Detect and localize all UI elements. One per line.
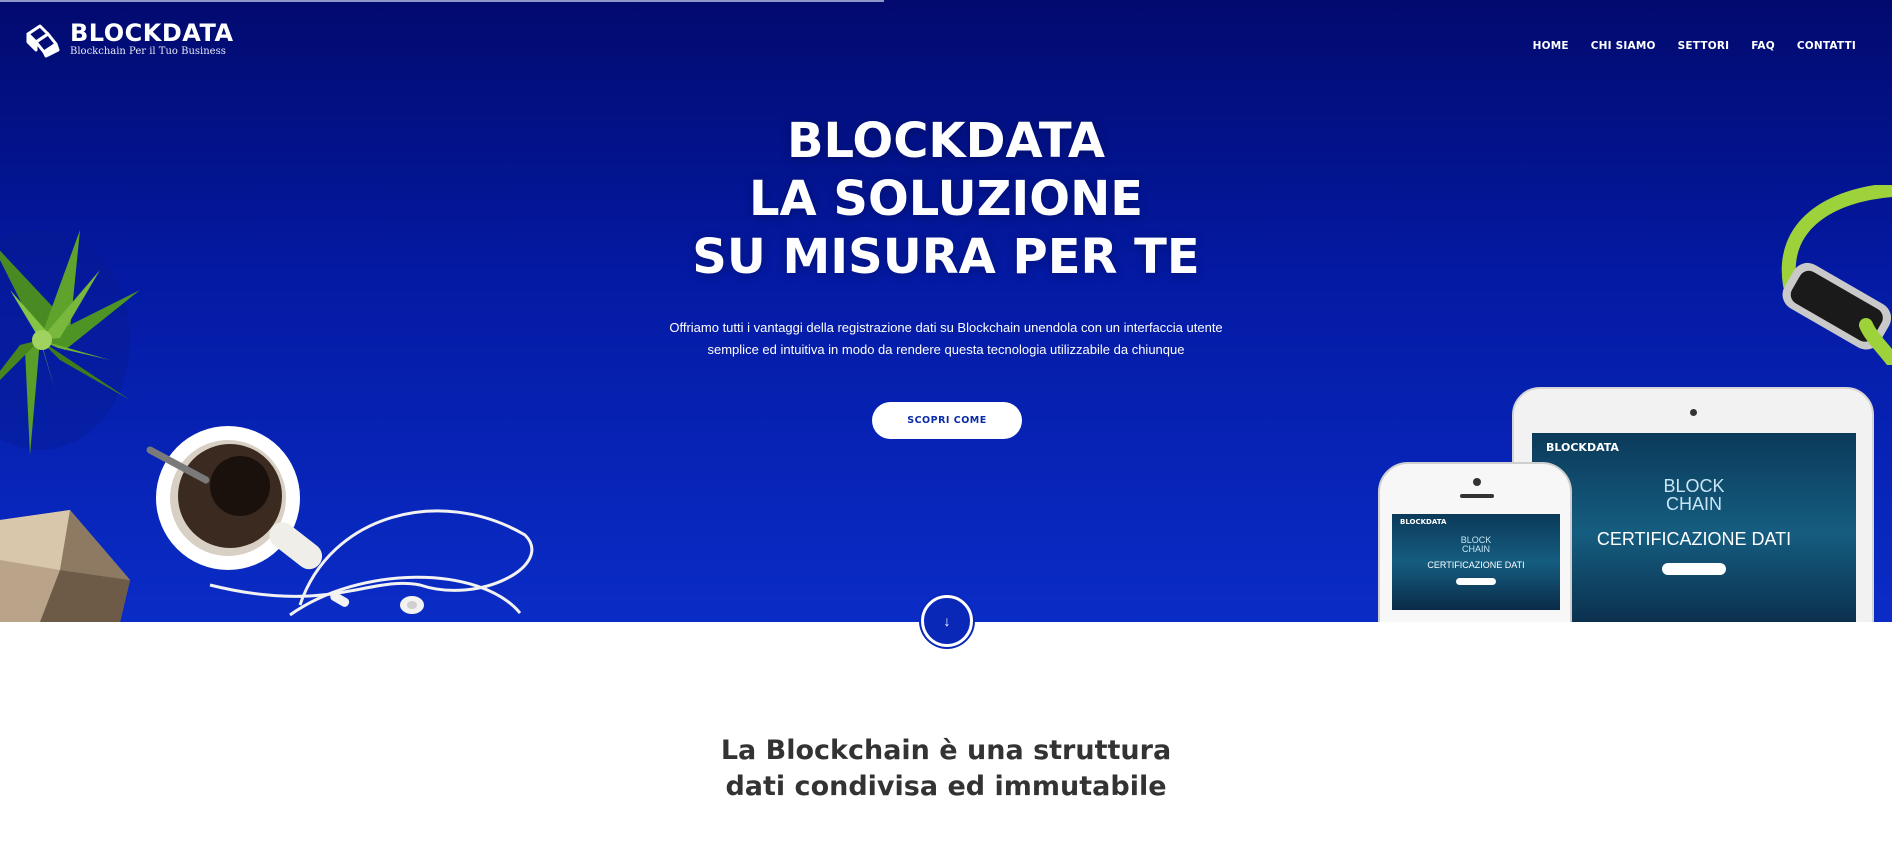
hero-headline-line-2: LA SOLUZIONE bbox=[748, 171, 1144, 227]
tablet-screen: BLOCKDATA BLOCK CHAIN CERTIFICAZIONE DAT… bbox=[1532, 433, 1856, 622]
logo-name: BLOCKDATA bbox=[70, 18, 234, 47]
nav-item-contatti[interactable]: CONTATTI bbox=[1797, 40, 1856, 52]
hero-headline: BLOCKDATA LA SOLUZIONE SU MISURA PER TE bbox=[0, 112, 1892, 286]
scopri-come-button[interactable]: SCOPRI COME bbox=[872, 402, 1022, 439]
section-title: La Blockchain è una struttura dati condi… bbox=[0, 733, 1892, 805]
section-title-line-1: La Blockchain è una struttura bbox=[720, 735, 1172, 766]
tablet-camera bbox=[1690, 409, 1697, 416]
logo-tagline: Blockchain Per il Tuo Business bbox=[70, 45, 226, 57]
blocks-logo-icon bbox=[24, 20, 64, 58]
nav-item-faq[interactable]: FAQ bbox=[1751, 40, 1775, 52]
earphones-image bbox=[180, 495, 540, 622]
phone-screen-caption: CERTIFICAZIONE DATI bbox=[1427, 560, 1525, 570]
hero-section: BLOCKDATA Blockchain Per il Tuo Business… bbox=[0, 0, 1892, 622]
phone-screen-logo: BLOCKDATA bbox=[1400, 518, 1447, 526]
phone-screen: BLOCKDATA BLOCK CHAIN CERTIFICAZIONE DAT… bbox=[1392, 514, 1560, 610]
phone-camera bbox=[1473, 478, 1481, 486]
phone-screen-button bbox=[1456, 578, 1496, 585]
tablet-screen-button bbox=[1662, 563, 1726, 575]
phone-screen-title-line-2: CHAIN bbox=[1461, 544, 1490, 554]
main-nav: HOME CHI SIAMO SETTORI FAQ CONTATTI bbox=[1511, 40, 1856, 52]
nav-item-home[interactable]: HOME bbox=[1533, 40, 1569, 52]
tablet-screen-caption: CERTIFICAZIONE DATI bbox=[1596, 529, 1792, 549]
tablet-screen-logo: BLOCKDATA bbox=[1546, 441, 1619, 454]
section-title-line-2: dati condivisa ed immutabile bbox=[725, 771, 1167, 802]
phone-speaker bbox=[1460, 494, 1494, 498]
page-progress-bar bbox=[0, 0, 884, 2]
hero-headline-line-1: BLOCKDATA bbox=[786, 113, 1106, 169]
tablet-screen-title: BLOCK CHAIN bbox=[1532, 477, 1856, 513]
succulent-plant-image bbox=[0, 210, 160, 470]
hero-subtitle: Offriamo tutti i vantaggi della registra… bbox=[669, 320, 1223, 357]
phone-screen-title: BLOCK CHAIN bbox=[1392, 536, 1560, 554]
hero-headline-line-3: SU MISURA PER TE bbox=[692, 229, 1200, 285]
geometric-decoration-image bbox=[0, 510, 140, 622]
phone-mockup-image: BLOCKDATA BLOCK CHAIN CERTIFICAZIONE DAT… bbox=[1378, 462, 1572, 622]
nav-item-settori[interactable]: SETTORI bbox=[1678, 40, 1730, 52]
arrow-down-icon: ↓ bbox=[943, 613, 951, 629]
tablet-screen-title-line-2: CHAIN bbox=[1665, 494, 1722, 514]
scroll-down-button[interactable]: ↓ bbox=[921, 595, 973, 647]
tablet-screen-title-line-1: BLOCK bbox=[1663, 476, 1725, 496]
site-logo[interactable]: BLOCKDATA Blockchain Per il Tuo Business bbox=[24, 20, 234, 58]
nav-item-chi-siamo[interactable]: CHI SIAMO bbox=[1591, 40, 1656, 52]
smartwatch-image bbox=[1770, 183, 1892, 367]
